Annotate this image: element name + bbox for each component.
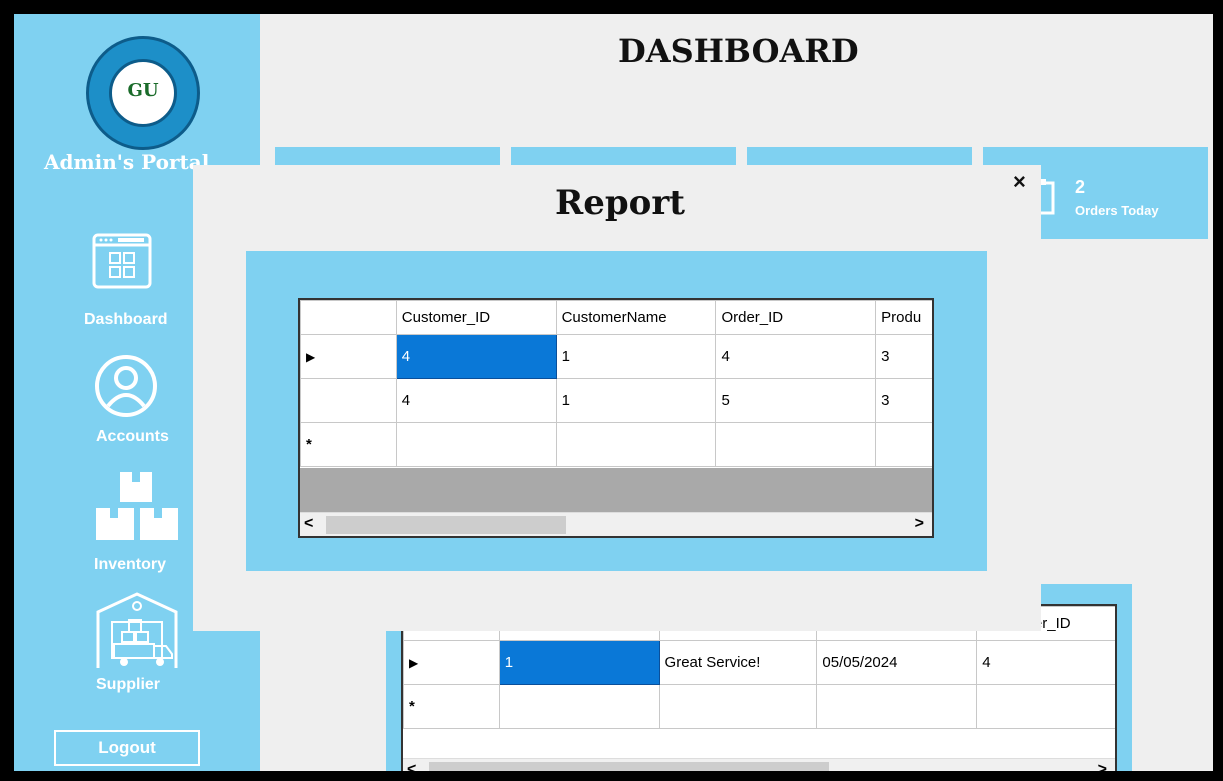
- table-cell[interactable]: 4: [976, 640, 1115, 685]
- table-cell[interactable]: [555, 422, 717, 467]
- logo-text: GU: [127, 80, 159, 101]
- row-header[interactable]: [300, 378, 397, 423]
- scroll-right-icon[interactable]: >: [1098, 761, 1107, 771]
- dashboard-window-icon: [92, 233, 152, 289]
- sidebar-item-label: Inventory: [94, 556, 167, 573]
- table-cell[interactable]: 1: [555, 334, 717, 379]
- table-cell[interactable]: 3: [875, 378, 932, 423]
- table-cell[interactable]: [658, 684, 818, 729]
- column-header[interactable]: CustomerName: [555, 300, 717, 335]
- scrollbar-thumb[interactable]: [429, 762, 829, 771]
- horizontal-scrollbar[interactable]: < >: [403, 758, 1115, 771]
- report-table: Customer_ID CustomerName Order_ID Produ …: [300, 300, 932, 467]
- university-logo: GU: [86, 36, 200, 150]
- scrollbar-thumb[interactable]: [326, 516, 566, 534]
- table-cell[interactable]: [395, 422, 557, 467]
- table-cell[interactable]: [715, 422, 877, 467]
- sidebar-item-label: Dashboard: [84, 311, 168, 328]
- sidebar-item-label: Supplier: [96, 676, 161, 693]
- table-cell[interactable]: [816, 684, 978, 729]
- table-cell[interactable]: [498, 684, 660, 729]
- table-cell[interactable]: 5: [715, 378, 877, 423]
- sidebar-item-label: Accounts: [96, 428, 169, 445]
- new-row[interactable]: *: [403, 684, 1115, 729]
- scroll-right-icon[interactable]: >: [915, 515, 924, 533]
- table-cell[interactable]: 4: [395, 378, 557, 423]
- report-dialog: Report × Customer_ID CustomerName Order_…: [193, 165, 1041, 631]
- horizontal-scrollbar[interactable]: < >: [300, 512, 932, 536]
- current-row-indicator[interactable]: ▶: [300, 334, 397, 379]
- warehouse-truck-icon: [96, 592, 178, 668]
- table-cell[interactable]: 4: [715, 334, 877, 379]
- table-cell[interactable]: Great Service!: [658, 640, 818, 685]
- scroll-left-icon[interactable]: <: [304, 515, 313, 533]
- table-cell[interactable]: 4: [395, 334, 557, 379]
- report-grid[interactable]: Customer_ID CustomerName Order_ID Produ …: [298, 298, 934, 538]
- table-row[interactable]: ▶ 4 1 4 3: [300, 334, 932, 379]
- boxes-icon: [96, 472, 178, 540]
- new-row[interactable]: *: [300, 422, 932, 467]
- table-cell[interactable]: 3: [875, 334, 932, 379]
- column-header[interactable]: Order_ID: [715, 300, 877, 335]
- dialog-title: Report: [555, 183, 685, 223]
- scroll-left-icon[interactable]: <: [407, 761, 416, 771]
- page-title: DASHBOARD: [618, 32, 859, 70]
- close-icon[interactable]: ×: [1013, 169, 1026, 195]
- grid-empty-area: [300, 468, 932, 512]
- table-cell[interactable]: 1: [555, 378, 717, 423]
- new-row-indicator[interactable]: *: [300, 422, 397, 467]
- table-row[interactable]: 4 1 5 3: [300, 378, 932, 423]
- table-cell[interactable]: 05/05/2024: [816, 640, 978, 685]
- table-cell[interactable]: [875, 422, 932, 467]
- table-cell[interactable]: 1: [498, 640, 660, 685]
- current-row-indicator[interactable]: ▶: [403, 640, 500, 685]
- orders-today-count: 2: [1075, 177, 1086, 197]
- new-row-indicator[interactable]: *: [403, 684, 500, 729]
- column-header[interactable]: Customer_ID: [395, 300, 557, 335]
- logout-button[interactable]: Logout: [54, 730, 200, 766]
- column-header[interactable]: Produ: [875, 300, 932, 335]
- table-cell[interactable]: [976, 684, 1115, 729]
- app-window: GU Admin's Portal Dashboard Accounts Inv…: [14, 14, 1213, 771]
- orders-today-label: Orders Today: [1075, 203, 1159, 218]
- row-header-corner: [300, 300, 397, 335]
- table-header-row: Customer_ID CustomerName Order_ID Produ: [300, 300, 932, 335]
- user-circle-icon: [95, 355, 157, 417]
- portal-title: Admin's Portal: [44, 150, 210, 174]
- table-row[interactable]: ▶ 1 Great Service! 05/05/2024 4: [403, 640, 1115, 685]
